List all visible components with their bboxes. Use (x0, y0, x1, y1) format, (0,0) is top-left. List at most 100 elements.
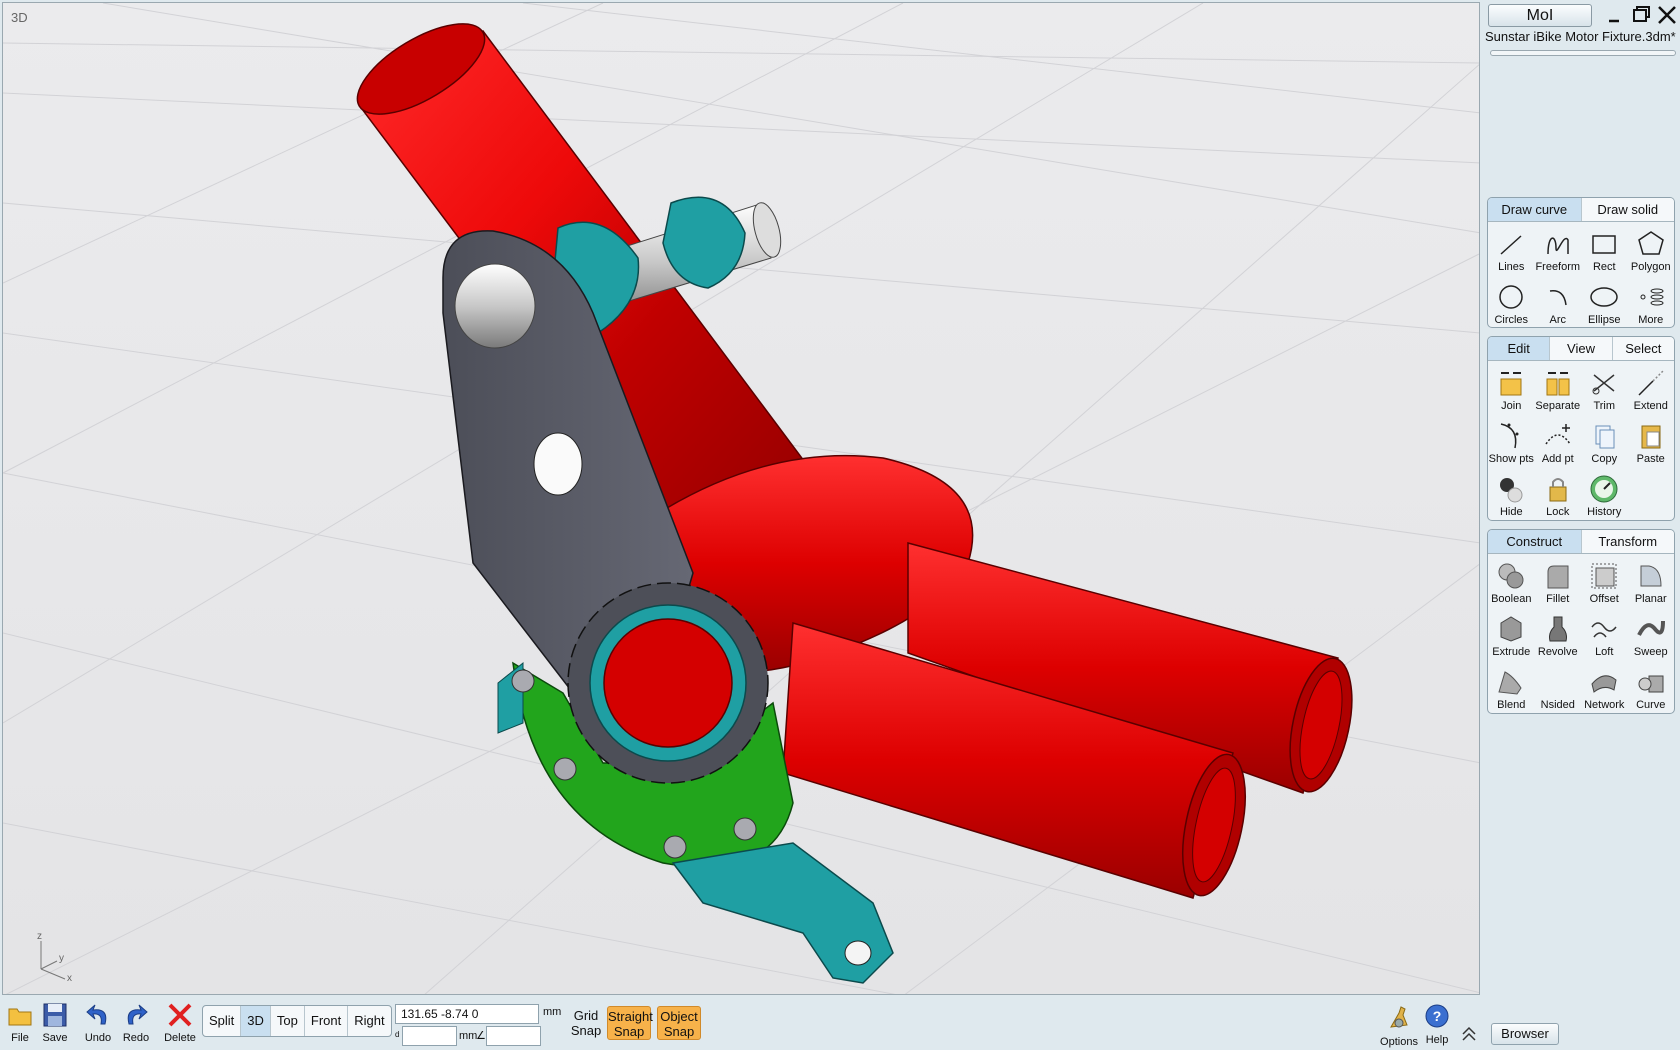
view-selector: Split 3D Top Front Right (202, 1005, 392, 1037)
extend-button[interactable]: Extend (1628, 363, 1675, 416)
trim-button[interactable]: Trim (1581, 363, 1628, 416)
file-name: Sunstar iBike Motor Fixture.3dm* (1485, 29, 1676, 44)
extrude-button[interactable]: Extrude (1488, 609, 1535, 662)
tab-edit[interactable]: Edit (1488, 337, 1551, 360)
tab-select[interactable]: Select (1612, 337, 1674, 360)
angle-input[interactable] (486, 1026, 541, 1046)
loft-button[interactable]: Loft (1581, 609, 1628, 662)
paste-button[interactable]: Paste (1628, 416, 1675, 469)
bottom-toolbar: File Save Undo Redo Delete Split 3D Top … (0, 996, 1482, 1050)
minimize-icon[interactable] (1603, 3, 1627, 27)
view-right-button[interactable]: Right (348, 1006, 390, 1036)
axis-z-label: z (37, 931, 42, 942)
hide-button[interactable]: Hide (1488, 469, 1535, 522)
right-panel: MoI Sunstar iBike Motor Fixture.3dm* Dra… (1482, 0, 1680, 1050)
arc-button[interactable]: Arc (1535, 277, 1582, 330)
boolean-icon (1498, 563, 1524, 589)
view-front-button[interactable]: Front (305, 1006, 349, 1036)
revolve-icon (1548, 616, 1567, 642)
distance-label: d (395, 1030, 400, 1039)
revolve-button[interactable]: Revolve (1535, 609, 1582, 662)
delete-button[interactable]: Delete (160, 1000, 200, 1048)
tab-transform[interactable]: Transform (1581, 530, 1674, 553)
polygon-button[interactable]: Polygon (1628, 224, 1675, 277)
options-button[interactable]: Options (1378, 1003, 1420, 1049)
separate-button[interactable]: Separate (1535, 363, 1582, 416)
folder-icon (8, 1008, 32, 1026)
freeform-button[interactable]: Freeform (1535, 224, 1582, 277)
save-button[interactable]: Save (35, 1000, 75, 1048)
lock-button[interactable]: Lock (1535, 469, 1582, 522)
draw-panel: Draw curve Draw solid Lines Freeform Rec… (1487, 197, 1675, 328)
object-snap-toggle[interactable]: Object Snap (657, 1006, 701, 1040)
lines-icon (1500, 235, 1522, 255)
browser-button[interactable]: Browser (1491, 1023, 1559, 1045)
maximize-icon[interactable] (1629, 3, 1653, 27)
history-button[interactable]: History (1581, 469, 1628, 522)
boolean-button[interactable]: Boolean (1488, 556, 1535, 609)
fillet-button[interactable]: Fillet (1535, 556, 1582, 609)
view-top-button[interactable]: Top (271, 1006, 305, 1036)
tab-draw-solid[interactable]: Draw solid (1581, 198, 1674, 221)
distance-input[interactable] (402, 1026, 457, 1046)
hide-icon (1500, 478, 1523, 503)
polygon-icon (1637, 231, 1664, 255)
tab-construct[interactable]: Construct (1488, 530, 1582, 553)
show-points-icon (1501, 423, 1519, 449)
coordinate-input[interactable]: 131.65 -8.74 0 (395, 1004, 539, 1024)
axis-gizmo: z y x (37, 931, 72, 981)
construct-panel: Construct Transform Boolean Fillet Offse… (1487, 529, 1675, 714)
helix-icon (1640, 288, 1664, 306)
grid-snap-toggle[interactable]: Grid Snap (564, 1006, 608, 1040)
view-3d-button[interactable]: 3D (241, 1006, 271, 1036)
svg-text:?: ? (1433, 1008, 1442, 1024)
model-scene[interactable] (3, 3, 1480, 995)
circles-button[interactable]: Circles (1488, 277, 1535, 330)
nsided-button[interactable]: Nsided (1535, 662, 1582, 715)
circle-icon (1499, 285, 1523, 309)
edit-panel: Edit View Select Join Separate Trim Exte… (1487, 336, 1675, 521)
fillet-icon (1547, 565, 1569, 589)
tab-draw-curve[interactable]: Draw curve (1488, 198, 1582, 221)
straight-snap-toggle[interactable]: Straight Snap (607, 1006, 653, 1040)
offset-button[interactable]: Offset (1581, 556, 1628, 609)
tab-view[interactable]: View (1550, 337, 1613, 360)
add-point-button[interactable]: Add pt (1535, 416, 1582, 469)
join-button[interactable]: Join (1488, 363, 1535, 416)
show-points-button[interactable]: Show pts (1488, 416, 1535, 469)
blend-button[interactable]: Blend (1488, 662, 1535, 715)
undo-button[interactable]: Undo (78, 1000, 118, 1048)
app-menu-button[interactable]: MoI (1488, 4, 1592, 27)
lock-icon (1549, 478, 1567, 502)
join-icon (1500, 372, 1522, 396)
help-button[interactable]: ? Help (1418, 1003, 1456, 1049)
options-gear-icon (1390, 1006, 1408, 1028)
ellipse-button[interactable]: Ellipse (1581, 277, 1628, 330)
network-button[interactable]: Network (1581, 662, 1628, 715)
floppy-icon (43, 1003, 67, 1027)
close-icon[interactable] (1655, 3, 1679, 27)
3d-viewport[interactable]: 3D z y x (2, 2, 1480, 995)
curve-button[interactable]: Curve (1628, 662, 1675, 715)
title-row: MoI (1485, 3, 1679, 27)
file-button[interactable]: File (0, 1000, 40, 1048)
undo-icon (86, 1004, 107, 1025)
redo-button[interactable]: Redo (116, 1000, 156, 1048)
blend-icon (1498, 671, 1522, 695)
copy-icon (1595, 425, 1615, 449)
distance-unit: mm (459, 1030, 478, 1042)
offset-icon (1591, 563, 1617, 589)
view-split-button[interactable]: Split (203, 1006, 242, 1036)
viewport-label: 3D (11, 10, 28, 25)
copy-button[interactable]: Copy (1581, 416, 1628, 469)
rect-button[interactable]: Rect (1581, 224, 1628, 277)
planar-button[interactable]: Planar (1628, 556, 1675, 609)
paste-icon (1641, 425, 1661, 449)
chevron-up-icon[interactable] (1459, 1024, 1479, 1044)
more-button[interactable]: More (1628, 277, 1675, 330)
sweep-button[interactable]: Sweep (1628, 609, 1675, 662)
history-icon (1590, 475, 1618, 503)
extrude-icon (1500, 616, 1522, 642)
ellipse-icon (1590, 287, 1618, 307)
lines-button[interactable]: Lines (1488, 224, 1535, 277)
